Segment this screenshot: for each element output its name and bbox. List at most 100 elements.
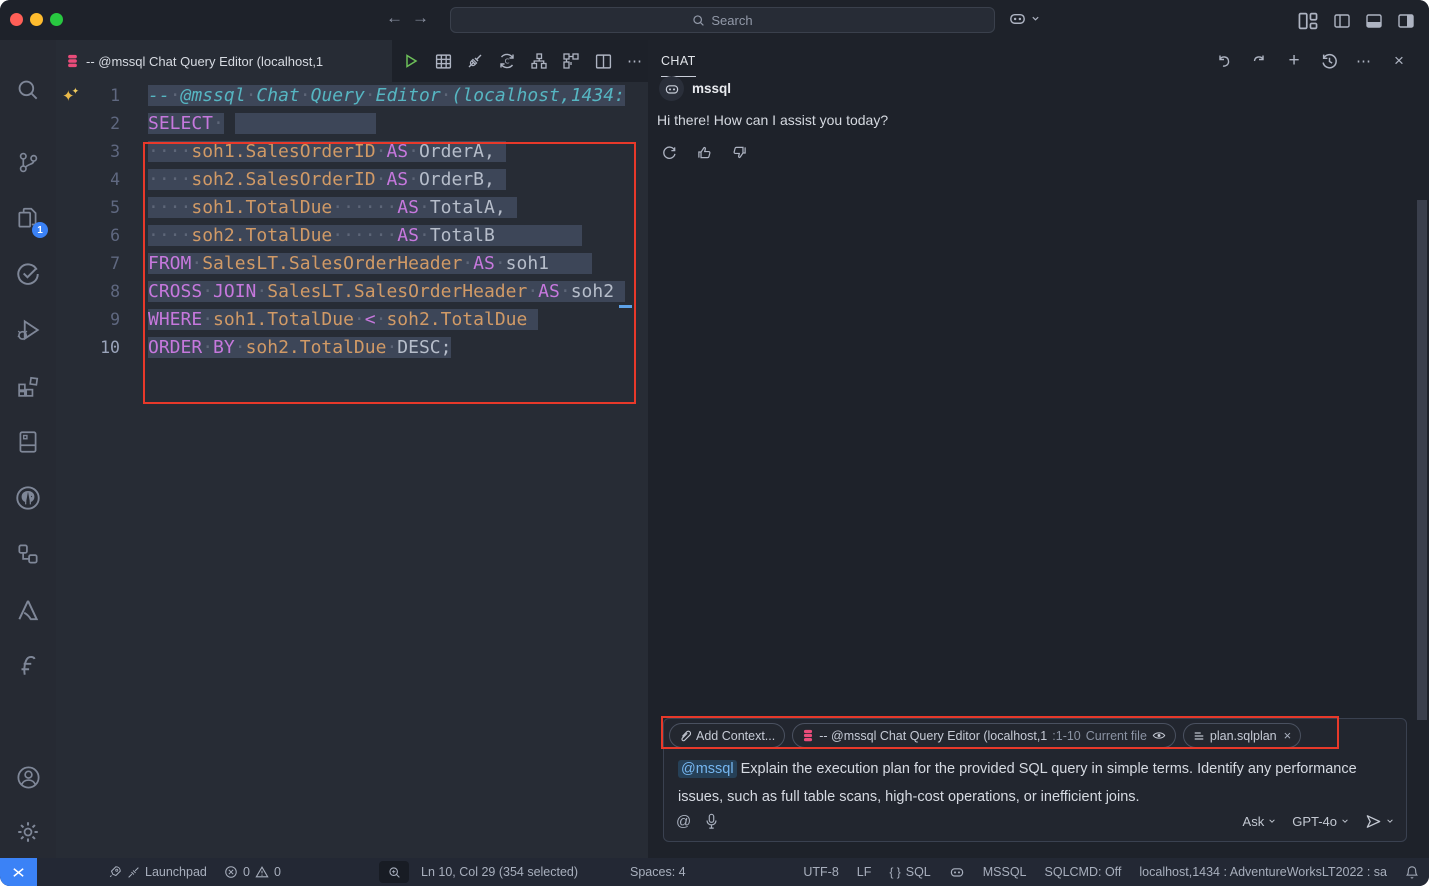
code-line[interactable]: ····soh2.SalesOrderID·AS·OrderB,: [148, 166, 648, 194]
chat-input-container[interactable]: Add Context... -- @mssql Chat Query Edit…: [663, 718, 1407, 842]
sidebar-item-database-projects[interactable]: [0, 532, 56, 576]
navigate-back-icon[interactable]: ←: [386, 8, 403, 28]
chat-close-icon[interactable]: ×: [1389, 51, 1409, 71]
add-context-chip[interactable]: Add Context...: [669, 723, 785, 748]
toggle-sidebar-right-icon[interactable]: [1397, 12, 1415, 30]
close-window-button[interactable]: [10, 13, 23, 26]
copilot-icon: [949, 864, 965, 880]
code-token: @mssql: [181, 85, 246, 106]
problems-button[interactable]: 0 0: [224, 858, 281, 886]
estimated-plan-icon[interactable]: [528, 50, 550, 72]
sidebar-item-accounts[interactable]: [0, 755, 56, 799]
customize-layout-icon[interactable]: [1297, 10, 1319, 32]
sidebar-item-search[interactable]: [0, 68, 56, 112]
eye-icon[interactable]: [1152, 730, 1166, 741]
more-actions-icon[interactable]: ⋯: [624, 50, 646, 72]
code-line[interactable]: ····soh1.SalesOrderID·AS·OrderA,: [148, 138, 648, 166]
encoding-indicator[interactable]: UTF-8: [803, 865, 838, 879]
eol-indicator[interactable]: LF: [857, 865, 872, 879]
sidebar-item-settings[interactable]: [0, 810, 56, 854]
sidebar-item-run-debug[interactable]: [0, 308, 56, 352]
code-token: Chat: [256, 85, 299, 106]
code-line[interactable]: CROSS·JOIN·SalesLT.SalesOrderHeader·AS·s…: [148, 278, 648, 306]
results-grid-icon[interactable]: [432, 50, 454, 72]
remote-indicator[interactable]: [0, 858, 37, 886]
current-file-chip[interactable]: -- @mssql Chat Query Editor (localhost,1…: [792, 723, 1176, 748]
editor-pane[interactable]: ✦✦ 12345678910 --·@mssql·Chat·Query·Edit…: [56, 82, 648, 858]
code-line[interactable]: ····soh1.TotalDue······AS·TotalA,: [148, 194, 648, 222]
current-file-label: -- @mssql Chat Query Editor (localhost,1: [819, 729, 1047, 743]
sidebar-item-extensions[interactable]: [0, 364, 56, 408]
chat-more-icon[interactable]: ⋯: [1354, 51, 1374, 71]
undo-icon[interactable]: [1214, 51, 1234, 71]
copilot-menu-button[interactable]: [1008, 9, 1040, 28]
send-button[interactable]: [1365, 813, 1394, 830]
line-number: 4: [56, 166, 120, 194]
microphone-icon[interactable]: [705, 813, 718, 829]
sidebar-item-explorer[interactable]: 1: [0, 196, 56, 240]
sidebar-item-azure[interactable]: [0, 588, 56, 632]
run-query-button[interactable]: [400, 50, 422, 72]
code-line[interactable]: ORDER·BY·soh2.TotalDue·DESC;: [148, 334, 648, 362]
mention-button[interactable]: @: [676, 813, 691, 830]
chat-input-body: Explain the execution plan for the provi…: [678, 761, 1357, 805]
enable-actual-plan-icon[interactable]: [560, 50, 582, 72]
model-selector[interactable]: GPT-4o: [1292, 814, 1349, 829]
command-center-search[interactable]: Search: [450, 7, 995, 33]
chat-scrollbar[interactable]: [1417, 200, 1427, 720]
copilot-status-button[interactable]: [949, 864, 965, 880]
navigate-forward-icon[interactable]: →: [412, 8, 429, 28]
language-mode-indicator[interactable]: { } SQL: [889, 865, 930, 879]
chat-input-text[interactable]: @mssql Explain the execution plan for th…: [678, 755, 1394, 811]
line-number: 2: [56, 110, 120, 138]
code-line[interactable]: ····soh2.TotalDue······AS·TotalB: [148, 222, 648, 250]
cursor-position[interactable]: Ln 10, Col 29 (354 selected): [421, 858, 578, 886]
minimize-window-button[interactable]: [30, 13, 43, 26]
sqlcmd-indicator[interactable]: SQLCMD: Off: [1045, 865, 1122, 879]
language-label: SQL: [906, 865, 931, 879]
code-token: FROM: [148, 253, 191, 274]
code-line[interactable]: --·@mssql·Chat·Query·Editor·(localhost,1…: [148, 82, 648, 110]
disconnect-icon[interactable]: [464, 50, 486, 72]
sidebar-item-source-control[interactable]: [0, 140, 56, 184]
launchpad-button[interactable]: Launchpad: [108, 858, 207, 886]
editor-tab[interactable]: -- @mssql Chat Query Editor (localhost,1: [56, 40, 392, 82]
chat-history-icon[interactable]: [1319, 51, 1339, 71]
mode-selector[interactable]: Ask: [1243, 814, 1277, 829]
connection-indicator[interactable]: localhost,1434 : AdventureWorksLT2022 : …: [1139, 865, 1387, 879]
code-token: WHERE: [148, 309, 202, 330]
toggle-panel-bottom-icon[interactable]: [1365, 12, 1383, 30]
chat-panel-tab[interactable]: CHAT: [661, 40, 696, 82]
toggle-sidebar-left-icon[interactable]: [1333, 12, 1351, 30]
mssql-indicator[interactable]: MSSQL: [983, 865, 1027, 879]
thumbs-down-icon[interactable]: [729, 142, 749, 162]
code-token: ·: [376, 169, 387, 190]
sidebar-item-github[interactable]: [0, 476, 56, 520]
indentation-indicator[interactable]: Spaces: 4: [630, 858, 686, 886]
plan-file-chip[interactable]: plan.sqlplan ×: [1183, 723, 1301, 748]
remove-chip-icon[interactable]: ×: [1284, 728, 1292, 743]
notifications-button[interactable]: [1405, 865, 1419, 880]
search-icon: [692, 14, 705, 27]
zoom-indicator[interactable]: [379, 861, 409, 883]
sidebar-item-fabric[interactable]: [0, 644, 56, 688]
mention-token: @mssql: [678, 760, 737, 778]
code-token: soh1.SalesOrderID: [191, 141, 375, 162]
editor-gutter: 12345678910: [56, 82, 120, 362]
regenerate-icon[interactable]: [659, 142, 679, 162]
run-debug-icon: [15, 317, 41, 343]
new-chat-icon[interactable]: +: [1284, 51, 1304, 71]
spaces-label: Spaces: 4: [630, 865, 686, 879]
sidebar-item-notebook[interactable]: [0, 420, 56, 464]
code-line[interactable]: WHERE·soh1.TotalDue·<·soh2.TotalDue: [148, 306, 648, 334]
plug-icon: [127, 866, 140, 879]
split-editor-icon[interactable]: [592, 50, 614, 72]
code-line[interactable]: FROM·SalesLT.SalesOrderHeader·AS·soh1: [148, 250, 648, 278]
sidebar-item-testing[interactable]: [0, 252, 56, 296]
thumbs-up-icon[interactable]: [694, 142, 714, 162]
redo-icon[interactable]: [1249, 51, 1269, 71]
error-icon: [224, 865, 238, 879]
change-connection-icon[interactable]: C: [496, 50, 518, 72]
code-line[interactable]: SELECT·: [148, 110, 648, 138]
maximize-window-button[interactable]: [50, 13, 63, 26]
